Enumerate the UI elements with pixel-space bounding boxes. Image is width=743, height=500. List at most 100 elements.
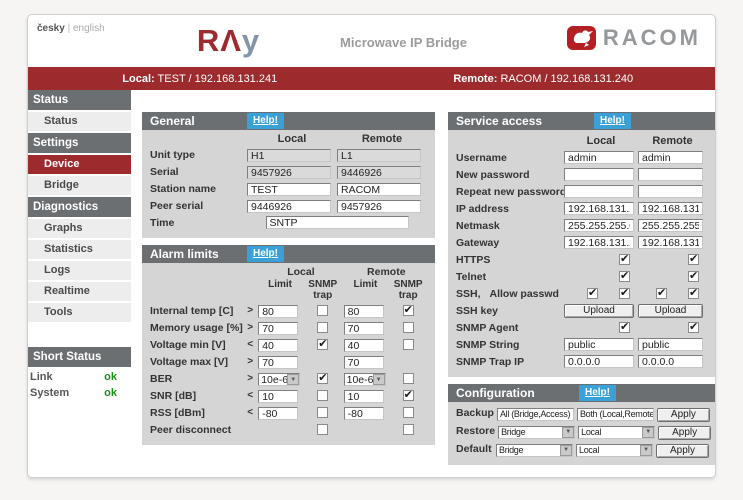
internal-temp-remote-limit-input[interactable] bbox=[344, 305, 384, 318]
sidebar-item-logs[interactable]: Logs bbox=[28, 261, 131, 280]
ssh-remote-checkbox[interactable] bbox=[656, 288, 667, 299]
sidebar-item-realtime[interactable]: Realtime bbox=[28, 282, 131, 301]
alarm-limits-help-link[interactable]: Help! bbox=[247, 246, 284, 262]
default-target-select[interactable]: Local▼ bbox=[576, 444, 653, 457]
sidebar-item-graphs[interactable]: Graphs bbox=[28, 219, 131, 238]
voltage-max-remote-limit-input[interactable] bbox=[344, 356, 384, 369]
page-title: Microwave IP Bridge bbox=[311, 35, 496, 50]
sidebar-item-status[interactable]: Status bbox=[28, 112, 131, 131]
voltage-min-remote-limit-input[interactable] bbox=[344, 339, 384, 352]
ssh-key-upload-remote-button[interactable]: Upload bbox=[638, 304, 703, 318]
voltage-max-local-limit-input[interactable] bbox=[258, 356, 298, 369]
ip-address-local-input[interactable] bbox=[564, 202, 634, 215]
snr-local-trap-checkbox[interactable] bbox=[317, 390, 328, 401]
peer-serial-remote-input[interactable] bbox=[337, 200, 421, 213]
rss-remote-limit-input[interactable] bbox=[344, 407, 384, 420]
snr-local-limit-input[interactable] bbox=[258, 390, 298, 403]
peer-serial-local-input[interactable] bbox=[247, 200, 331, 213]
backup-scope-select[interactable]: All (Bridge,Access) bbox=[497, 408, 574, 421]
username-local-input[interactable] bbox=[564, 151, 634, 164]
general-help-link[interactable]: Help! bbox=[247, 113, 284, 129]
chevron-down-icon: ▼ bbox=[560, 445, 572, 456]
serial-row: Serial bbox=[150, 164, 429, 179]
internal-temp-remote-trap-checkbox[interactable] bbox=[403, 305, 414, 316]
netmask-remote-input[interactable] bbox=[638, 219, 703, 232]
general-local-header: Local bbox=[247, 133, 337, 145]
rss-remote-trap-checkbox[interactable] bbox=[403, 407, 414, 418]
repeat-password-local-input[interactable] bbox=[564, 185, 634, 198]
memory-usage-local-trap-checkbox[interactable] bbox=[317, 322, 328, 333]
sidebar-item-bridge[interactable]: Bridge bbox=[28, 176, 131, 195]
https-remote-checkbox[interactable] bbox=[688, 254, 699, 265]
ber-local-trap-checkbox[interactable] bbox=[317, 373, 328, 384]
username-remote-input[interactable] bbox=[638, 151, 703, 164]
memory-usage-local-limit-input[interactable] bbox=[258, 322, 298, 335]
telnet-local-checkbox[interactable] bbox=[619, 271, 630, 282]
voltage-min-remote-trap-checkbox[interactable] bbox=[403, 339, 414, 350]
ip-address-remote-input[interactable] bbox=[638, 202, 703, 215]
new-password-remote-input[interactable] bbox=[638, 168, 703, 181]
telnet-remote-checkbox[interactable] bbox=[688, 271, 699, 282]
ssh-key-row: SSH key Upload Upload bbox=[456, 303, 709, 318]
short-status-link-value: ok bbox=[104, 371, 117, 383]
default-apply-button[interactable]: Apply bbox=[656, 444, 709, 458]
snmp-string-local-input[interactable] bbox=[564, 338, 634, 351]
ssh-local-checkbox[interactable] bbox=[587, 288, 598, 299]
restore-apply-button[interactable]: Apply bbox=[658, 426, 711, 440]
memory-usage-remote-limit-input[interactable] bbox=[344, 322, 384, 335]
snr-remote-trap-checkbox[interactable] bbox=[403, 390, 414, 401]
new-password-local-input[interactable] bbox=[564, 168, 634, 181]
snmp-trap-ip-label: SNMP Trap IP bbox=[456, 356, 564, 368]
internal-temp-local-limit-input[interactable] bbox=[258, 305, 298, 318]
backup-apply-button[interactable]: Apply bbox=[657, 408, 710, 422]
ber-local-limit-select[interactable]: 10e-6▼ bbox=[258, 373, 300, 386]
configuration-help-link[interactable]: Help! bbox=[579, 385, 616, 401]
lang-english-link[interactable]: english bbox=[73, 23, 105, 34]
snmp-trap-ip-local-input[interactable] bbox=[564, 355, 634, 368]
restore-target-select[interactable]: Local▼ bbox=[578, 426, 655, 439]
allow-passwd-local-checkbox[interactable] bbox=[619, 288, 630, 299]
ber-remote-limit-select[interactable]: 10e-6▼ bbox=[344, 373, 386, 386]
unit-type-label: Unit type bbox=[150, 149, 247, 161]
station-name-local-input[interactable] bbox=[247, 183, 331, 196]
service-access-help-link[interactable]: Help! bbox=[594, 113, 631, 129]
sidebar-item-device[interactable]: Device bbox=[28, 155, 131, 174]
station-name-remote-input[interactable] bbox=[337, 183, 421, 196]
memory-usage-remote-trap-checkbox[interactable] bbox=[403, 322, 414, 333]
https-local-checkbox[interactable] bbox=[619, 254, 630, 265]
voltage-min-local-limit-input[interactable] bbox=[258, 339, 298, 352]
snmp-agent-local-checkbox[interactable] bbox=[619, 322, 630, 333]
service-access-panel: Service access Help! Local Remote Userna… bbox=[448, 112, 715, 377]
voltage-min-local-trap-checkbox[interactable] bbox=[317, 339, 328, 350]
snr-row: SNR [dB] < bbox=[150, 388, 429, 403]
sidebar-item-statistics[interactable]: Statistics bbox=[28, 240, 131, 259]
snmp-trap-ip-row: SNMP Trap IP bbox=[456, 354, 709, 369]
default-scope-select[interactable]: Bridge▼ bbox=[496, 444, 573, 457]
restore-scope-select[interactable]: Bridge▼ bbox=[498, 426, 575, 439]
peer-disconnect-local-trap-checkbox[interactable] bbox=[317, 424, 328, 435]
snmp-trap-ip-remote-input[interactable] bbox=[638, 355, 703, 368]
snmp-agent-remote-checkbox[interactable] bbox=[688, 322, 699, 333]
gateway-remote-input[interactable] bbox=[638, 236, 703, 249]
sidebar-item-tools[interactable]: Tools bbox=[28, 303, 131, 322]
rss-local-limit-input[interactable] bbox=[258, 407, 298, 420]
gateway-local-input[interactable] bbox=[564, 236, 634, 249]
peer-disconnect-remote-trap-checkbox[interactable] bbox=[403, 424, 414, 435]
username-label: Username bbox=[456, 152, 564, 164]
lang-czech-link[interactable]: česky bbox=[37, 23, 65, 34]
repeat-password-remote-input[interactable] bbox=[638, 185, 703, 198]
language-switcher: česky | english bbox=[37, 23, 105, 34]
allow-passwd-remote-checkbox[interactable] bbox=[688, 288, 699, 299]
short-status-link-label: Link bbox=[30, 371, 53, 383]
snmp-agent-row: SNMP Agent bbox=[456, 320, 709, 335]
rss-local-trap-checkbox[interactable] bbox=[317, 407, 328, 418]
time-input[interactable] bbox=[266, 216, 409, 229]
snr-remote-limit-input[interactable] bbox=[344, 390, 384, 403]
ssh-key-upload-local-button[interactable]: Upload bbox=[564, 304, 634, 318]
ber-remote-trap-checkbox[interactable] bbox=[403, 373, 414, 384]
repeat-password-row: Repeat new password bbox=[456, 184, 709, 199]
backup-target-select[interactable]: Both (Local,Remote) bbox=[577, 408, 654, 421]
internal-temp-local-trap-checkbox[interactable] bbox=[317, 305, 328, 316]
netmask-local-input[interactable] bbox=[564, 219, 634, 232]
snmp-string-remote-input[interactable] bbox=[638, 338, 703, 351]
